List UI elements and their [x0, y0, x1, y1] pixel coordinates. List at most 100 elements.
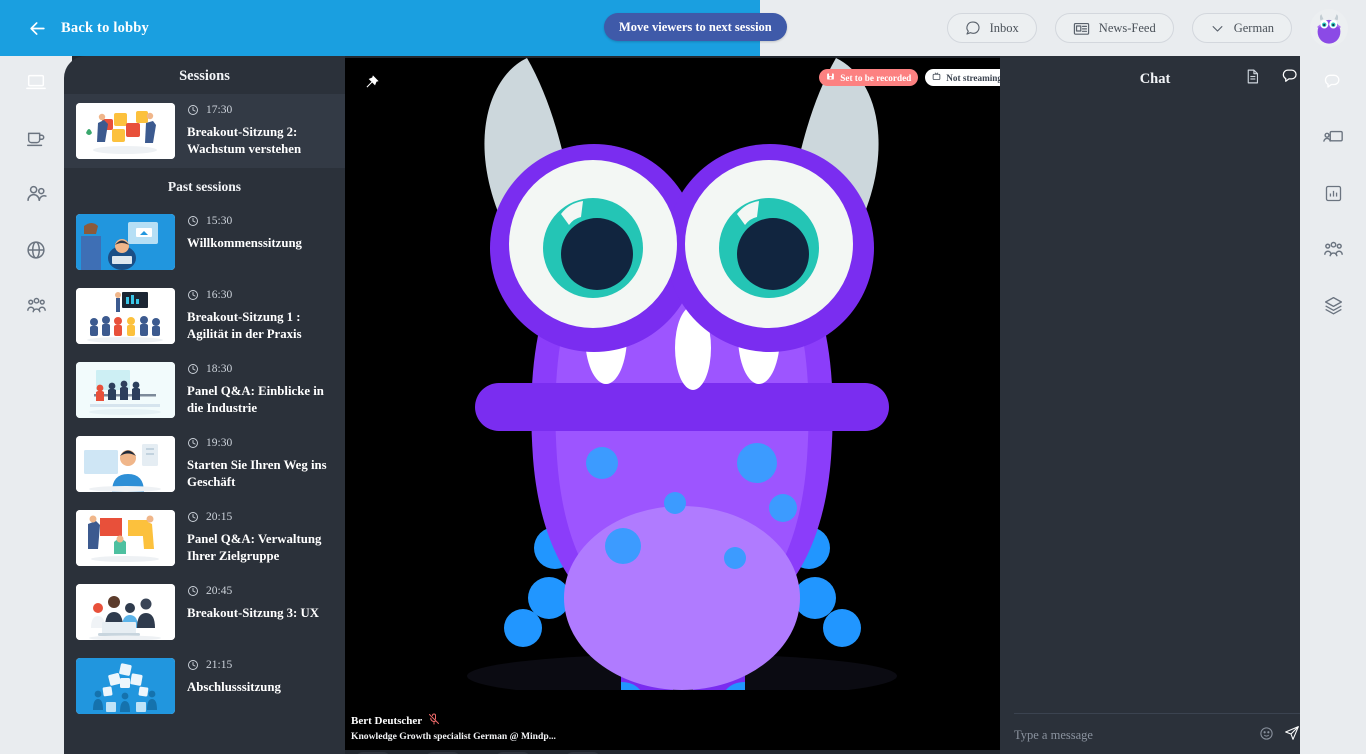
sidebar-item-people[interactable]: [0, 168, 72, 224]
panel-item-chat[interactable]: [1300, 56, 1366, 112]
session-thumbnail: [76, 510, 175, 566]
language-label: German: [1233, 20, 1274, 35]
coffee-cup-icon: [25, 127, 47, 154]
inbox-button[interactable]: Inbox: [946, 13, 1037, 43]
tv-icon: [932, 72, 941, 83]
move-viewers-button[interactable]: Move viewers to next session: [604, 13, 787, 41]
past-sessions-title: Past sessions: [167, 179, 242, 194]
session-meta: 18:30 Panel Q&A: Einblicke in die Indust…: [187, 362, 331, 417]
chat-header-icons: [1244, 67, 1300, 91]
globe-icon: [25, 239, 47, 266]
session-meta: 20:45 Breakout-Sitzung 3: UX: [187, 584, 331, 622]
sidebar-item-networking[interactable]: [0, 112, 72, 168]
chat-message-list[interactable]: [1000, 102, 1310, 694]
top-header: Back to lobby Move viewers to next sessi…: [0, 0, 1366, 56]
list-item[interactable]: 21:15 Abschlusssitzung: [64, 649, 345, 723]
poll-chart-icon: [1323, 183, 1344, 209]
newspaper-icon: [1073, 21, 1090, 36]
header-right-actions: Inbox News-Feed German: [946, 0, 1366, 56]
status-badge: Set to be recorded: [819, 69, 919, 86]
session-time-row: 21:15: [187, 659, 331, 671]
news-feed-button[interactable]: News-Feed: [1054, 13, 1174, 43]
session-meta: 16:30 Breakout-Sitzung 1 : Agilität in d…: [187, 288, 331, 343]
pin-icon[interactable]: [363, 74, 380, 96]
stream-badge-label: Not streaming: [946, 72, 1002, 83]
clock-icon: [187, 511, 199, 523]
back-to-lobby-button[interactable]: Back to lobby: [28, 0, 149, 56]
panel-item-polls[interactable]: [1300, 168, 1366, 224]
language-selector[interactable]: German: [1191, 13, 1292, 43]
sidebar-item-audience[interactable]: [0, 280, 72, 336]
session-meta: 20:15 Panel Q&A: Verwaltung Ihrer Zielgr…: [187, 510, 331, 565]
laptop-icon: [25, 71, 47, 98]
session-time: 17:30: [206, 104, 233, 116]
news-feed-label: News-Feed: [1098, 20, 1156, 35]
session-thumbnail: [76, 288, 175, 344]
panel-item-screenshare[interactable]: [1300, 112, 1366, 168]
back-to-lobby-label: Back to lobby: [61, 19, 150, 36]
session-name: Willkommenssitzung: [187, 236, 302, 250]
session-meta: 15:30 Willkommenssitzung: [187, 214, 331, 252]
session-time: 21:15: [206, 659, 233, 671]
session-thumbnail: [76, 103, 175, 159]
audience-icon: [1322, 238, 1345, 266]
notes-icon[interactable]: [1244, 68, 1261, 90]
chat-bubble-icon[interactable]: [1281, 67, 1300, 91]
send-icon[interactable]: [1284, 725, 1300, 746]
session-time: 19:30: [206, 437, 233, 449]
record-icon: [826, 72, 835, 83]
session-thumbnail: [76, 436, 175, 492]
list-item[interactable]: 17:30 Breakout-Sitzung 2: Wachstum verst…: [64, 94, 345, 168]
session-thumbnail: [76, 658, 175, 714]
clock-icon: [187, 363, 199, 375]
clock-icon: [187, 659, 199, 671]
stream-status-badges: Set to be recorded Not streaming: [819, 69, 1009, 86]
sessions-scroll-area[interactable]: Sessions 17:30 Breakout-Sitzung 2: Wachs…: [64, 56, 345, 754]
emoji-icon[interactable]: [1259, 726, 1274, 746]
session-time-row: 20:45: [187, 585, 331, 597]
chat-bubble-icon: [1323, 72, 1343, 97]
session-name: Breakout-Sitzung 2: Wachstum verstehen: [187, 125, 302, 156]
speaker-video-tile[interactable]: Set to be recorded Not streaming Bert De…: [345, 58, 1019, 750]
chevron-down-icon: [1210, 21, 1225, 36]
session-time-row: 19:30: [187, 437, 331, 449]
list-item[interactable]: 20:15 Panel Q&A: Verwaltung Ihrer Zielgr…: [64, 501, 345, 575]
list-item[interactable]: 16:30 Breakout-Sitzung 1 : Agilität in d…: [64, 279, 345, 353]
session-time: 18:30: [206, 363, 233, 375]
session-time: 20:45: [206, 585, 233, 597]
chat-panel: Chat Type a message: [1000, 56, 1310, 754]
chat-divider: [1014, 713, 1300, 714]
sidebar-item-expo[interactable]: [0, 224, 72, 280]
session-time: 15:30: [206, 215, 233, 227]
arrow-left-icon: [28, 19, 47, 38]
session-name: Panel Q&A: Einblicke in die Industrie: [187, 384, 324, 415]
session-time-row: 17:30: [187, 104, 331, 116]
inbox-label: Inbox: [989, 20, 1019, 35]
panel-item-layers[interactable]: [1300, 280, 1366, 336]
list-item[interactable]: 19:30 Starten Sie Ihren Weg ins Geschäft: [64, 427, 345, 501]
list-item[interactable]: 18:30 Panel Q&A: Einblicke in die Indust…: [64, 353, 345, 427]
panel-item-people[interactable]: [1300, 224, 1366, 280]
session-thumbnail: [76, 214, 175, 270]
clock-icon: [187, 215, 199, 227]
session-meta: 17:30 Breakout-Sitzung 2: Wachstum verst…: [187, 103, 331, 158]
session-time: 16:30: [206, 289, 233, 301]
session-time-row: 15:30: [187, 215, 331, 227]
record-badge-label: Set to be recorded: [840, 72, 912, 83]
session-time-row: 18:30: [187, 363, 331, 375]
left-icon-rail: [0, 56, 72, 754]
move-viewers-label: Move viewers to next session: [619, 19, 772, 34]
clock-icon: [187, 289, 199, 301]
session-name: Breakout-Sitzung 3: UX: [187, 606, 320, 620]
list-item[interactable]: 20:45 Breakout-Sitzung 3: UX: [64, 575, 345, 649]
audience-icon: [25, 294, 48, 322]
right-icon-rail: [1300, 56, 1366, 754]
chat-input[interactable]: Type a message: [1014, 728, 1259, 743]
avatar[interactable]: [1310, 9, 1348, 47]
session-meta: 21:15 Abschlusssitzung: [187, 658, 331, 696]
sidebar-item-sessions[interactable]: [0, 56, 72, 112]
status-badge: Not streaming: [925, 69, 1009, 86]
list-item[interactable]: 15:30 Willkommenssitzung: [64, 205, 345, 279]
presentation-icon: [1322, 127, 1344, 154]
people-icon: [25, 182, 48, 210]
